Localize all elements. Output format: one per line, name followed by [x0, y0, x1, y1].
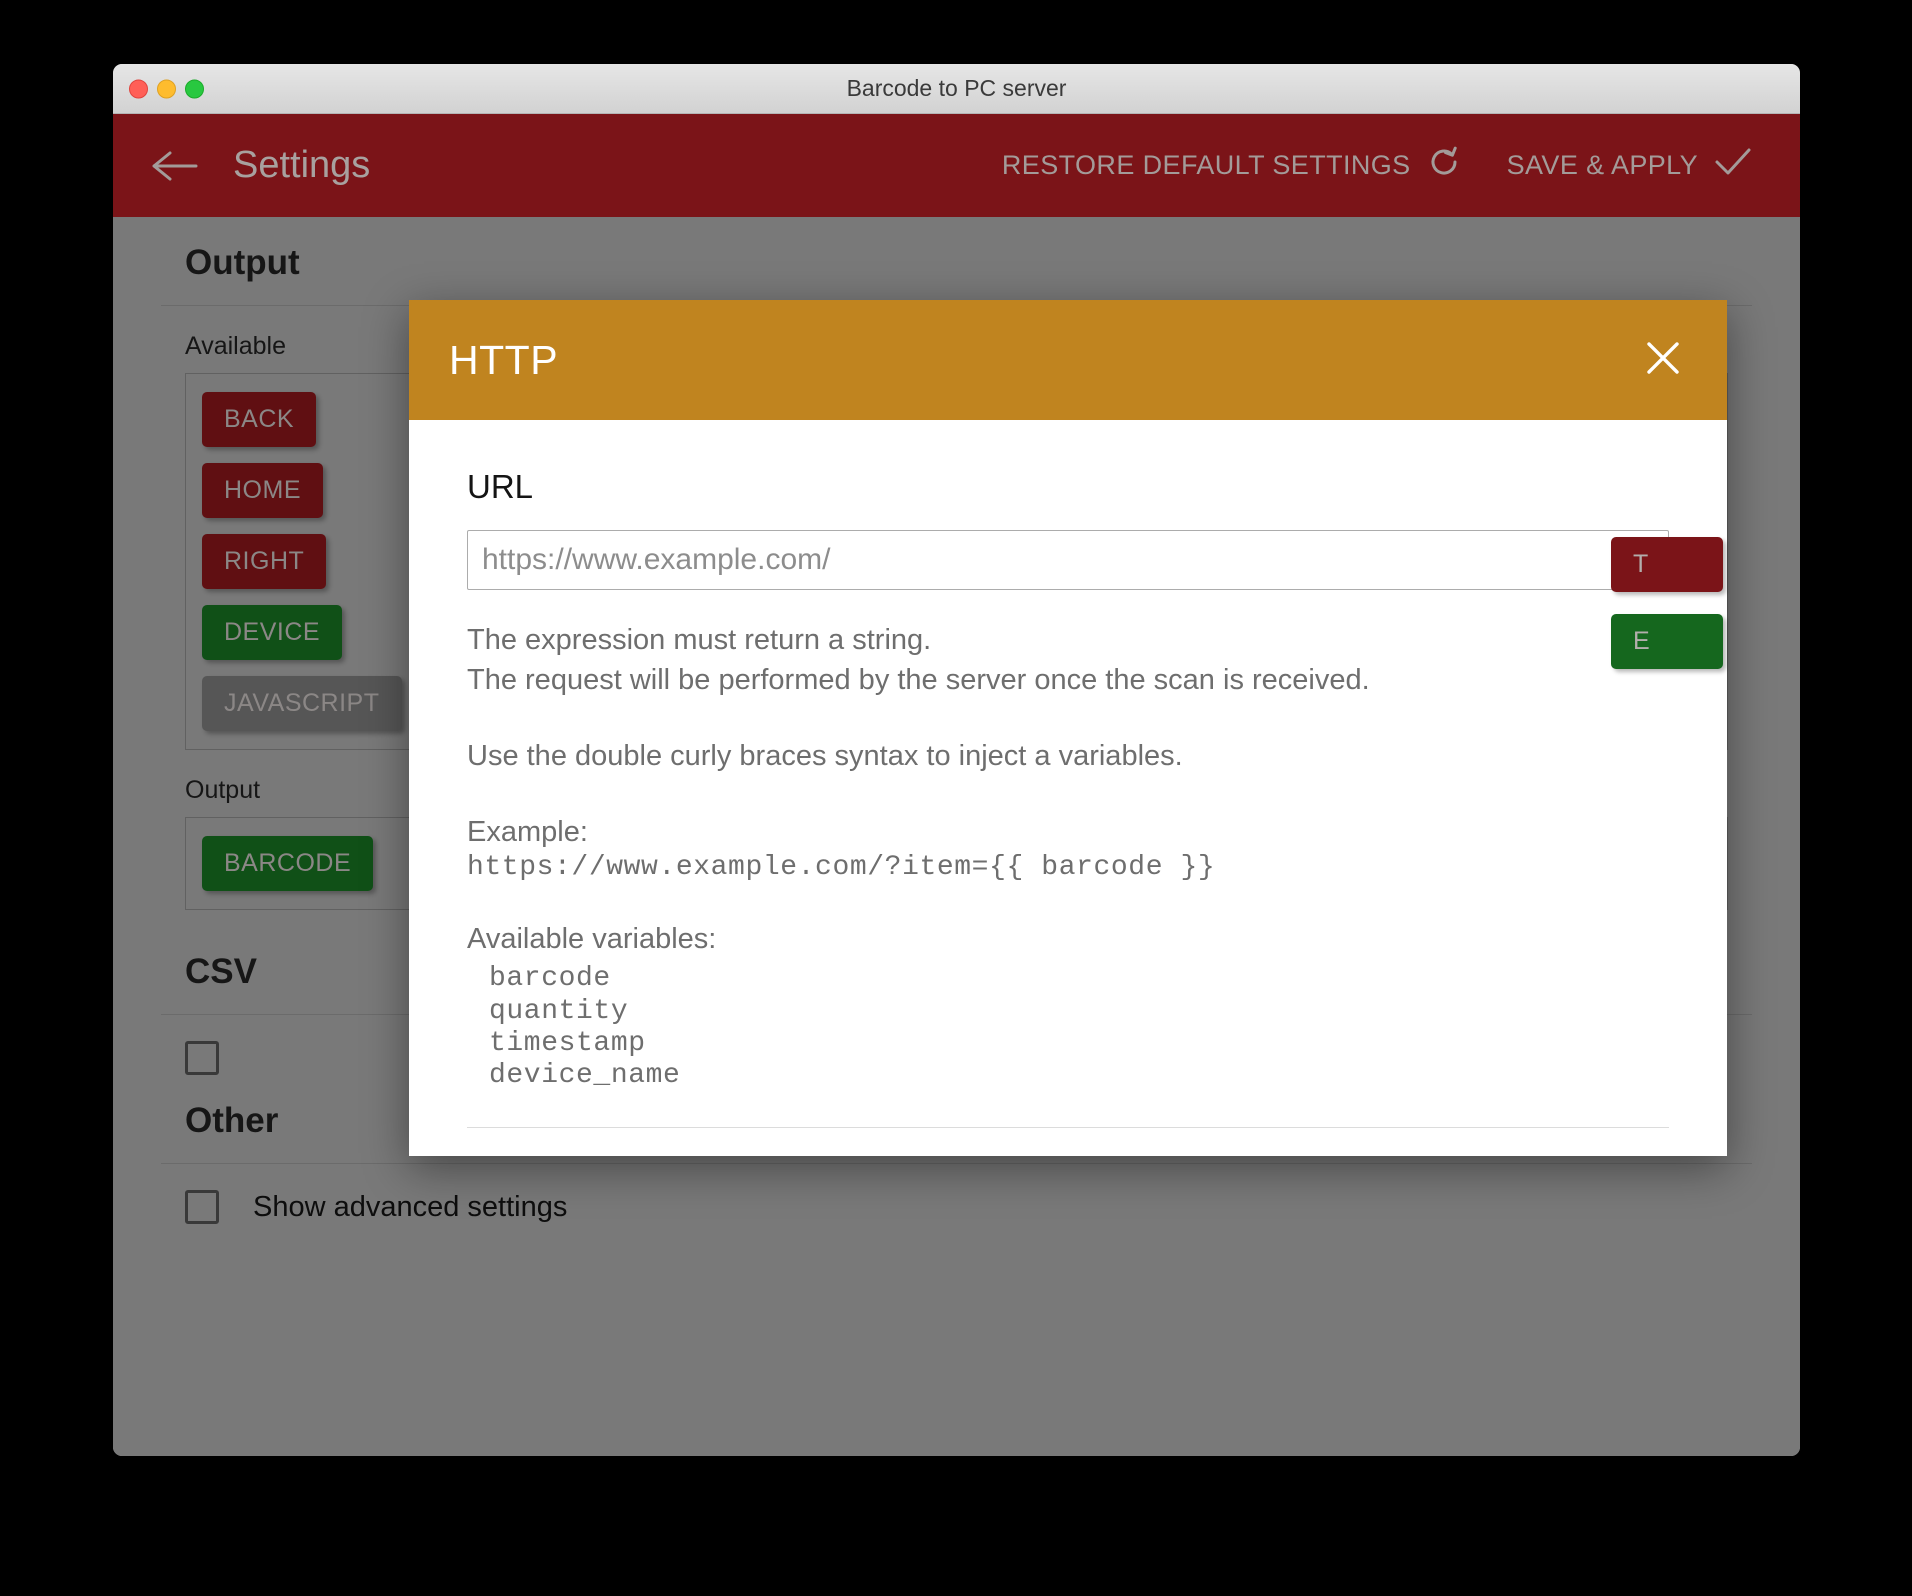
chip-right-partial-2[interactable]: E: [1611, 614, 1723, 669]
advanced-settings-row[interactable]: Show advanced settings: [113, 1164, 1800, 1250]
arrow-left-icon: [152, 150, 198, 182]
window-titlebar: Barcode to PC server: [113, 64, 1800, 114]
dialog-close-button[interactable]: [1639, 336, 1687, 384]
http-dialog: HTTP URL The expression must return a st…: [409, 300, 1727, 1156]
variable-device-name: device_name: [489, 1060, 681, 1092]
right-chips-container: T E: [1611, 537, 1723, 669]
back-button[interactable]: [149, 140, 201, 192]
chip-device[interactable]: DEVICE: [202, 605, 343, 660]
dialog-title: HTTP: [449, 336, 559, 383]
example-label: Example:: [467, 816, 588, 849]
chip-barcode[interactable]: BARCODE: [202, 836, 374, 891]
url-input[interactable]: [467, 530, 1669, 590]
chip-home[interactable]: HOME: [202, 463, 323, 518]
traffic-lights: [129, 79, 204, 98]
dialog-divider: [467, 1126, 1669, 1128]
help-text-block: The expression must return a string. The…: [467, 620, 1669, 700]
variable-quantity: quantity: [489, 995, 629, 1027]
example-code: https://www.example.com/?item={{ barcode…: [467, 852, 1216, 884]
window-title: Barcode to PC server: [846, 75, 1067, 101]
app-window: Barcode to PC server Settings RESTORE DE…: [113, 64, 1800, 1456]
app-header: Settings RESTORE DEFAULT SETTINGS SAVE &…: [113, 114, 1800, 217]
zoom-window-button[interactable]: [185, 79, 204, 98]
chip-javascript[interactable]: JAVASCRIPT: [202, 676, 402, 731]
variable-barcode: barcode: [489, 963, 611, 995]
url-label: URL: [467, 468, 534, 505]
section-title-output: Output: [185, 243, 300, 282]
csv-checkbox[interactable]: [185, 1041, 219, 1075]
restore-label: RESTORE DEFAULT SETTINGS: [1001, 150, 1411, 180]
restore-default-settings-button[interactable]: RESTORE DEFAULT SETTINGS: [1002, 145, 1461, 186]
save-and-apply-button[interactable]: SAVE & APPLY: [1507, 147, 1752, 184]
header-actions: RESTORE DEFAULT SETTINGS SAVE & APPLY: [1002, 145, 1752, 186]
dialog-body: URL The expression must return a string.…: [409, 420, 1727, 1156]
check-icon: [1714, 147, 1752, 184]
chip-right[interactable]: RIGHT: [202, 534, 327, 589]
variables-list: barcode quantity timestamp device_name: [467, 963, 1669, 1093]
close-icon: [1644, 339, 1682, 382]
dialog-header: HTTP: [409, 300, 1727, 420]
advanced-settings-checkbox[interactable]: [185, 1190, 219, 1224]
help-line-3: Use the double curly braces syntax to in…: [467, 740, 1183, 773]
minimize-window-button[interactable]: [157, 79, 176, 98]
save-label: SAVE & APPLY: [1506, 150, 1698, 180]
help-line-2: The request will be performed by the ser…: [467, 664, 1370, 697]
chip-back[interactable]: BACK: [202, 392, 317, 447]
variable-timestamp: timestamp: [489, 1028, 646, 1060]
refresh-icon: [1427, 145, 1461, 186]
help-line-1: The expression must return a string.: [467, 624, 932, 656]
close-window-button[interactable]: [129, 79, 148, 98]
variables-label: Available variables:: [467, 923, 717, 956]
page-title: Settings: [233, 144, 371, 186]
chip-right-partial-1[interactable]: T: [1611, 537, 1723, 592]
method-label: Method: [467, 1154, 1669, 1156]
advanced-settings-label: Show advanced settings: [253, 1190, 568, 1223]
